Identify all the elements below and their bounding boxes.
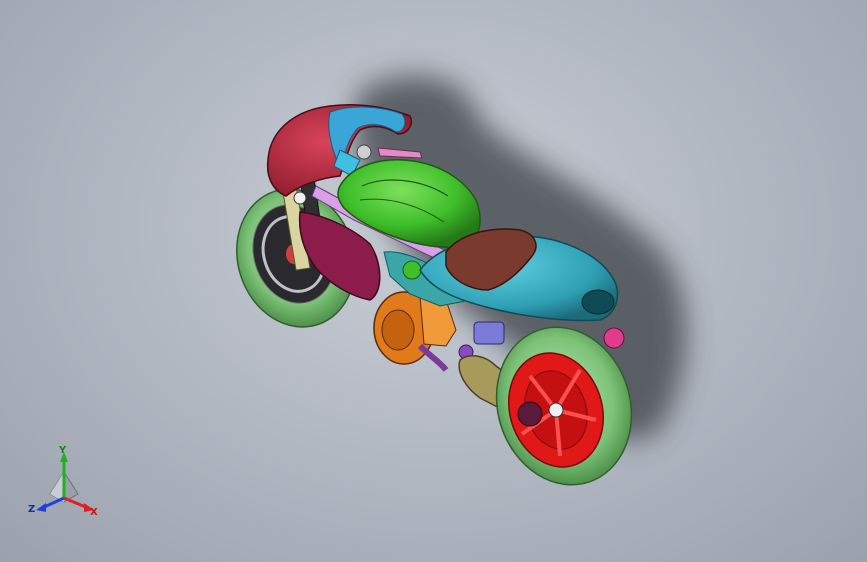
reference-triad: Y X Z [24,446,108,526]
y-axis-label: Y [59,445,67,456]
x-axis-label: X [90,507,98,518]
motorcycle-model[interactable] [0,0,867,562]
graphics-viewport[interactable]: Y X Z [0,0,867,562]
z-axis-label: Z [28,504,36,515]
